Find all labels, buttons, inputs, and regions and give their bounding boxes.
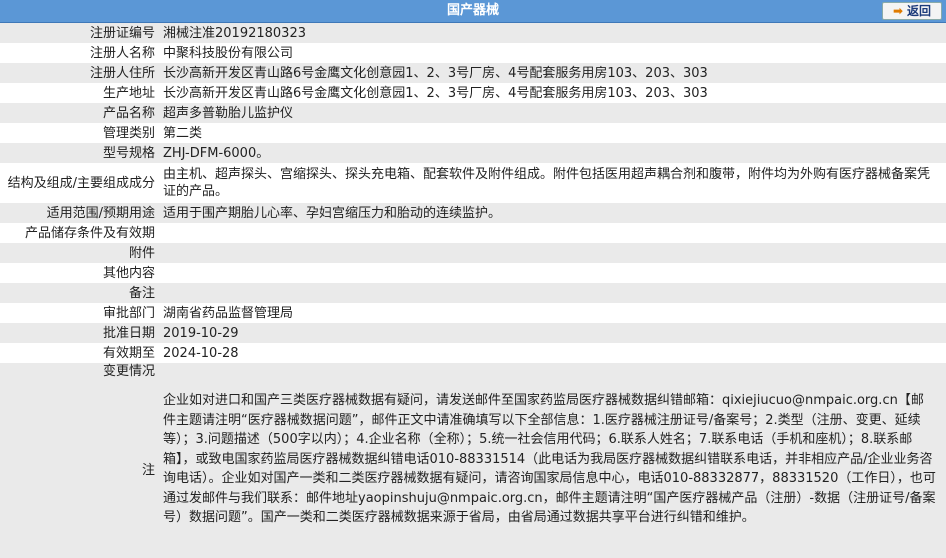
row-label: 其他内容 <box>102 265 155 281</box>
table-row: 型号规格 ZHJ-DFM-6000。 <box>0 143 946 163</box>
table-row: 批准日期 2019-10-29 <box>0 323 946 343</box>
table-row: 附件 <box>0 243 946 263</box>
table-row: 生产地址 长沙高新开发区青山路6号金鹰文化创意园1、2、3号厂房、4号配套服务用房… <box>0 83 946 103</box>
row-value <box>159 223 946 243</box>
row-label: 注 <box>141 463 155 478</box>
row-value: 超声多普勒胎儿监护仪 <box>163 105 294 121</box>
table-row: 管理类别 第二类 <box>0 123 946 143</box>
row-value: 长沙高新开发区青山路6号金鹰文化创意园1、2、3号厂房、4号配套服务用房103、… <box>163 85 708 101</box>
detail-table: 注册证编号 湘械注准20192180323 注册人名称 中聚科技股份有限公司 注册人… <box>0 23 946 558</box>
row-value: 第二类 <box>163 125 203 141</box>
row-label: 注册人名称 <box>89 45 155 61</box>
table-row: 审批部门 湖南省药品监督管理局 <box>0 303 946 323</box>
row-label: 备注 <box>128 285 155 301</box>
table-row-note: 注企业如对进口和国产三类医疗器械数据有疑问，请发送邮件至国家药监局医疗器械数据纠… <box>0 383 946 558</box>
row-label: 批准日期 <box>102 325 155 341</box>
table-row: 变更情况 <box>0 363 946 383</box>
row-value: 湘械注准20192180323 <box>163 25 306 41</box>
row-label: 产品名称 <box>102 105 155 121</box>
row-value <box>159 243 946 263</box>
back-button[interactable]: ➡ 返回 <box>882 2 942 20</box>
row-value: 由主机、超声探头、宫缩探头、探头充电箱、配套软件及附件组成。附件包括医用超声耦合… <box>163 167 931 199</box>
row-label: 管理类别 <box>102 125 155 141</box>
row-label: 注册证编号 <box>89 25 155 41</box>
back-button-label: 返回 <box>907 4 932 18</box>
row-label: 适用范围/预期用途 <box>46 205 155 221</box>
row-label: 审批部门 <box>102 305 155 321</box>
row-value: 湖南省药品监督管理局 <box>163 305 294 321</box>
row-label: 变更情况 <box>102 364 155 379</box>
note-text: 企业如对进口和国产三类医疗器械数据有疑问，请发送邮件至国家药监局医疗器械数据纠错… <box>163 393 936 525</box>
back-arrow-icon: ➡ <box>892 4 904 18</box>
row-value: ZHJ-DFM-6000。 <box>163 145 270 161</box>
row-value: 2019-10-29 <box>163 325 239 341</box>
table-row: 有效期至 2024-10-28 <box>0 343 946 363</box>
row-value: 长沙高新开发区青山路6号金鹰文化创意园1、2、3号厂房、4号配套服务用房103、… <box>163 65 708 81</box>
row-label: 产品储存条件及有效期 <box>24 225 155 241</box>
table-row: 结构及组成/主要组成成分 由主机、超声探头、宫缩探头、探头充电箱、配套软件及附件组… <box>0 163 946 203</box>
table-row: 产品名称 超声多普勒胎儿监护仪 <box>0 103 946 123</box>
row-value: 2024-10-28 <box>163 345 239 361</box>
row-value: 适用于围产期胎儿心率、孕妇宫缩压力和胎动的连续监护。 <box>163 205 502 221</box>
row-value <box>159 263 946 283</box>
row-label: 结构及组成/主要组成成分 <box>7 175 155 191</box>
row-value <box>159 283 946 303</box>
table-row: 注册证编号 湘械注准20192180323 <box>0 23 946 43</box>
row-label: 有效期至 <box>102 345 155 361</box>
row-value: 中聚科技股份有限公司 <box>163 45 294 61</box>
row-label: 附件 <box>128 245 155 261</box>
table-row: 注册人名称 中聚科技股份有限公司 <box>0 43 946 63</box>
table-row: 注册人住所 长沙高新开发区青山路6号金鹰文化创意园1、2、3号厂房、4号配套服务用… <box>0 63 946 83</box>
page-title: 国产器械 <box>446 3 499 18</box>
row-label: 生产地址 <box>102 85 155 101</box>
title-bar: 国产器械 ➡ 返回 <box>0 0 946 23</box>
table-row: 其他内容 <box>0 263 946 283</box>
table-row: 产品储存条件及有效期 <box>0 223 946 243</box>
row-label: 型号规格 <box>102 145 155 161</box>
row-label: 注册人住所 <box>89 65 155 81</box>
row-value <box>159 363 946 383</box>
table-row: 适用范围/预期用途 适用于围产期胎儿心率、孕妇宫缩压力和胎动的连续监护。 <box>0 203 946 223</box>
table-row: 备注 <box>0 283 946 303</box>
